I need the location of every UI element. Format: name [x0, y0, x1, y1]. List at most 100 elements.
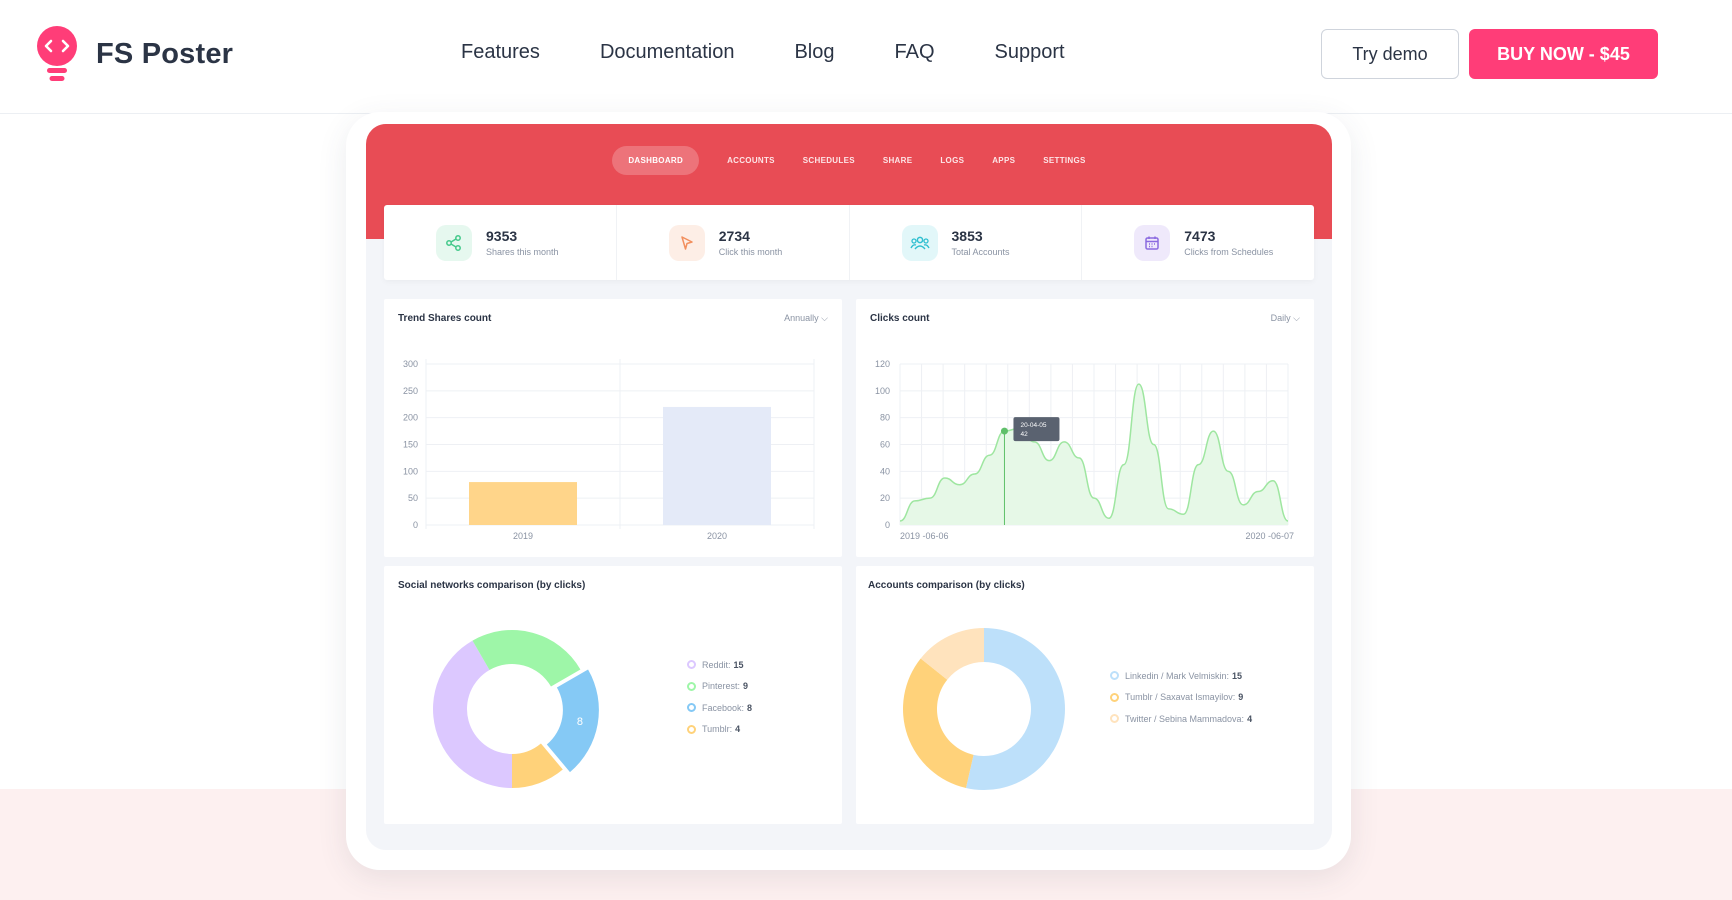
- y-tick-label: 200: [403, 413, 418, 423]
- nav-blog[interactable]: Blog: [794, 41, 834, 64]
- app-tab-settings[interactable]: SETTINGS: [1043, 156, 1085, 165]
- stat-clicks: 2734 Click this month: [617, 205, 850, 280]
- y-tick-label: 100: [403, 466, 418, 476]
- app-tab-accounts[interactable]: ACCOUNTS: [727, 156, 775, 165]
- legend-value: 15: [1232, 670, 1243, 681]
- social-legend: Reddit: 15 Pinterest: 9 Facebook: 8 Tumblr: 4: [687, 654, 752, 740]
- stat-label: Click this month: [718, 247, 783, 257]
- legend-value: 9: [1238, 692, 1244, 703]
- legend-item[interactable]: Reddit: 15: [687, 654, 752, 676]
- x-tick-label: 2020 -06-07: [1245, 531, 1294, 541]
- dashboard-screenshot: DASHBOARD ACCOUNTS SCHEDULES SHARE LOGS …: [366, 124, 1332, 850]
- bulb-code-icon: [37, 26, 77, 81]
- app-tab-schedules[interactable]: SCHEDULES: [803, 156, 855, 165]
- period-select[interactable]: Daily ⌵: [1271, 313, 1300, 324]
- trend-shares-chart: 0 50 100 150 200 250 300 2019 2020: [403, 359, 815, 541]
- nav-support[interactable]: Support: [995, 41, 1065, 64]
- app-tab-logs[interactable]: LOGS: [940, 156, 964, 165]
- card-title: Trend Shares count: [398, 313, 492, 324]
- stat-value: 2734: [718, 228, 750, 244]
- nav-documentation[interactable]: Documentation: [600, 41, 735, 64]
- app-tab-apps[interactable]: APPS: [992, 156, 1015, 165]
- stat-accounts: 3853 Total Accounts: [850, 205, 1083, 280]
- chevron-down-icon: ⌵: [1293, 313, 1300, 323]
- x-tick-label: 2019: [513, 531, 533, 541]
- legend-item[interactable]: Tumblr / Saxavat Ismayilov: 9: [1110, 687, 1252, 709]
- social-networks-card: 8 Social networks comparison (by clicks)…: [384, 566, 842, 824]
- period-select[interactable]: Annually ⌵: [784, 313, 828, 324]
- y-tick-label: 250: [403, 386, 418, 396]
- y-tick-label: 300: [403, 359, 418, 369]
- legend-label: Pinterest:: [702, 681, 741, 692]
- period-select-label: Annually: [784, 313, 819, 323]
- stat-label: Total Accounts: [951, 247, 1010, 257]
- donut-slice: [472, 630, 581, 687]
- x-tick-label: 2019 -06-06: [900, 531, 949, 541]
- y-tick-label: 120: [875, 359, 890, 369]
- app-tab-dashboard[interactable]: DASHBOARD: [612, 146, 700, 175]
- stat-shares: 9353 Shares this month: [384, 205, 617, 280]
- brand-logo[interactable]: FS Poster: [36, 26, 233, 82]
- legend-item[interactable]: Facebook: 8: [687, 697, 752, 719]
- tooltip-value: 42: [1020, 431, 1028, 438]
- legend-label: Twitter / Sebina Mammadova:: [1125, 713, 1245, 724]
- stat-schedules: 7473 Clicks from Schedules: [1082, 205, 1314, 280]
- nav-faq[interactable]: FAQ: [895, 41, 935, 64]
- legend-marker: [1110, 714, 1119, 724]
- stat-value: 7473: [1184, 228, 1216, 244]
- clicks-count-card: 0 20 40 60 80 100 120 20-04-05 42 2019 -06-06 2020…: [856, 299, 1314, 557]
- donut-slice: [903, 658, 974, 788]
- stat-label: Clicks from Schedules: [1184, 247, 1274, 257]
- y-tick-label: 0: [885, 520, 890, 530]
- accounts-comparison-card: Accounts comparison (by clicks) Linkedin…: [856, 566, 1314, 824]
- share-icon: [436, 224, 472, 261]
- clicks-count-chart: 0 20 40 60 80 100 120 20-04-05 42 2019 -06-06 2020…: [875, 359, 1294, 541]
- y-tick-label: 50: [408, 493, 418, 503]
- legend-label: Tumblr:: [702, 724, 733, 735]
- y-tick-label: 100: [875, 386, 890, 396]
- legend-label: Tumblr / Saxavat Ismayilov:: [1125, 692, 1236, 703]
- legend-marker: [1110, 692, 1119, 702]
- app-tab-share[interactable]: SHARE: [883, 156, 913, 165]
- app-nav: DASHBOARD ACCOUNTS SCHEDULES SHARE LOGS …: [366, 146, 1332, 175]
- bar: [469, 482, 577, 525]
- stat-value: 9353: [486, 228, 518, 244]
- legend-item[interactable]: Tumblr: 4: [687, 719, 752, 741]
- tooltip-date: 20-04-05: [1020, 422, 1046, 429]
- stat-value: 3853: [951, 228, 983, 244]
- y-tick-label: 80: [880, 413, 890, 423]
- card-title: Accounts comparison (by clicks): [868, 580, 1025, 591]
- legend-value: 9: [743, 681, 749, 692]
- legend-label: Facebook:: [702, 702, 745, 713]
- legend-value: 15: [733, 659, 744, 670]
- period-select-label: Daily: [1270, 313, 1291, 323]
- card-title: Clicks count: [870, 313, 930, 324]
- legend-item[interactable]: Twitter / Sebina Mammadova: 4: [1110, 708, 1252, 730]
- social-networks-donut: 8: [433, 630, 599, 788]
- legend-value: 8: [747, 702, 753, 713]
- legend-marker: [1110, 671, 1119, 681]
- legend-value: 4: [735, 724, 741, 735]
- stats-bar: 9353 Shares this month 2734 Click this mon…: [384, 205, 1314, 280]
- trend-shares-card: 0 50 100 150 200 250 300 2019 2020 Trend Shares …: [384, 299, 842, 557]
- legend-marker: [687, 703, 696, 713]
- try-demo-button[interactable]: Try demo: [1321, 29, 1459, 79]
- legend-marker: [687, 660, 696, 670]
- legend-marker: [687, 681, 696, 691]
- nav-features[interactable]: Features: [461, 41, 540, 64]
- y-tick-label: 20: [880, 493, 890, 503]
- calendar-icon: [1134, 224, 1171, 261]
- cursor-icon: [668, 224, 705, 261]
- buy-now-button[interactable]: BUY NOW - $45: [1469, 29, 1658, 79]
- x-tick-label: 2020: [707, 531, 727, 541]
- y-tick-label: 0: [413, 520, 418, 530]
- card-title: Social networks comparison (by clicks): [398, 580, 586, 591]
- chevron-down-icon: ⌵: [821, 313, 828, 323]
- main-nav: Features Documentation Blog FAQ Support: [461, 41, 1125, 64]
- hover-point: [1000, 427, 1008, 435]
- legend-item[interactable]: Pinterest: 9: [687, 676, 752, 698]
- accounts-legend: Linkedin / Mark Velmiskin: 15 Tumblr / Sax…: [1110, 665, 1252, 730]
- y-tick-label: 40: [880, 466, 890, 476]
- y-tick-label: 150: [403, 440, 418, 450]
- legend-item[interactable]: Linkedin / Mark Velmiskin: 15: [1110, 665, 1252, 687]
